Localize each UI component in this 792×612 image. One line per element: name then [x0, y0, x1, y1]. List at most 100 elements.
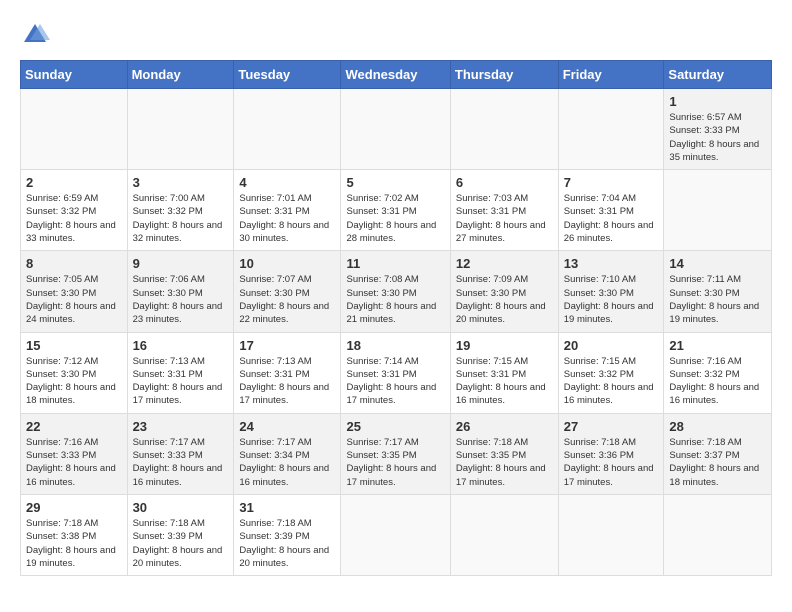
- day-info: Sunrise: 7:00 AMSunset: 3:32 PMDaylight:…: [133, 192, 229, 245]
- empty-cell: [341, 494, 450, 575]
- day-cell: 9 Sunrise: 7:06 AMSunset: 3:30 PMDaylight…: [127, 251, 234, 332]
- header-thursday: Thursday: [450, 61, 558, 89]
- empty-cell: [450, 89, 558, 170]
- calendar-week-4: 15 Sunrise: 7:12 AMSunset: 3:30 PMDayligh…: [21, 332, 772, 413]
- day-info: Sunrise: 7:14 AMSunset: 3:31 PMDaylight:…: [346, 355, 444, 408]
- day-cell: 25 Sunrise: 7:17 AMSunset: 3:35 PMDayligh…: [341, 413, 450, 494]
- day-number: 10: [239, 256, 335, 271]
- day-cell: 6Sunrise: 7:03 AMSunset: 3:31 PMDaylight…: [450, 170, 558, 251]
- header-sunday: Sunday: [21, 61, 128, 89]
- day-number: 17: [239, 338, 335, 353]
- empty-cell: [127, 89, 234, 170]
- day-info: Sunrise: 7:17 AMSunset: 3:34 PMDaylight:…: [239, 436, 335, 489]
- day-cell: 10 Sunrise: 7:07 AMSunset: 3:30 PMDayligh…: [234, 251, 341, 332]
- header-monday: Monday: [127, 61, 234, 89]
- empty-cell: [234, 89, 341, 170]
- day-info: Sunrise: 7:06 AMSunset: 3:30 PMDaylight:…: [133, 273, 229, 326]
- day-number: 24: [239, 419, 335, 434]
- day-cell: 28Sunrise: 7:18 AMSunset: 3:37 PMDayligh…: [664, 413, 772, 494]
- header-tuesday: Tuesday: [234, 61, 341, 89]
- day-number: 11: [346, 256, 444, 271]
- empty-cell: [341, 89, 450, 170]
- day-cell: 23 Sunrise: 7:17 AMSunset: 3:33 PMDayligh…: [127, 413, 234, 494]
- calendar-header-row: SundayMondayTuesdayWednesdayThursdayFrid…: [21, 61, 772, 89]
- day-cell: 24 Sunrise: 7:17 AMSunset: 3:34 PMDayligh…: [234, 413, 341, 494]
- day-info: Sunrise: 7:01 AMSunset: 3:31 PMDaylight:…: [239, 192, 335, 245]
- empty-cell: [664, 170, 772, 251]
- day-number: 26: [456, 419, 553, 434]
- day-info: Sunrise: 7:18 AMSunset: 3:39 PMDaylight:…: [133, 517, 229, 570]
- day-cell: 26 Sunrise: 7:18 AMSunset: 3:35 PMDayligh…: [450, 413, 558, 494]
- calendar-table: SundayMondayTuesdayWednesdayThursdayFrid…: [20, 60, 772, 576]
- day-number: 23: [133, 419, 229, 434]
- header-friday: Friday: [558, 61, 664, 89]
- page-header: [20, 20, 772, 50]
- day-number: 14: [669, 256, 766, 271]
- day-info: Sunrise: 7:09 AMSunset: 3:30 PMDaylight:…: [456, 273, 553, 326]
- day-info: Sunrise: 7:05 AMSunset: 3:30 PMDaylight:…: [26, 273, 122, 326]
- day-info: Sunrise: 7:11 AMSunset: 3:30 PMDaylight:…: [669, 273, 766, 326]
- day-cell: 4 Sunrise: 7:01 AMSunset: 3:31 PMDaylight…: [234, 170, 341, 251]
- day-number: 21: [669, 338, 766, 353]
- empty-cell: [450, 494, 558, 575]
- empty-cell: [664, 494, 772, 575]
- day-number: 25: [346, 419, 444, 434]
- calendar-week-1: 1Sunrise: 6:57 AMSunset: 3:33 PMDaylight…: [21, 89, 772, 170]
- header-saturday: Saturday: [664, 61, 772, 89]
- day-cell: 8 Sunrise: 7:05 AMSunset: 3:30 PMDaylight…: [21, 251, 128, 332]
- day-info: Sunrise: 7:18 AMSunset: 3:35 PMDaylight:…: [456, 436, 553, 489]
- day-number: 22: [26, 419, 122, 434]
- day-info: Sunrise: 7:17 AMSunset: 3:35 PMDaylight:…: [346, 436, 444, 489]
- day-cell: 22Sunrise: 7:16 AMSunset: 3:33 PMDayligh…: [21, 413, 128, 494]
- day-cell: 21 Sunrise: 7:16 AMSunset: 3:32 PMDayligh…: [664, 332, 772, 413]
- day-number: 15: [26, 338, 122, 353]
- calendar-week-3: 8 Sunrise: 7:05 AMSunset: 3:30 PMDaylight…: [21, 251, 772, 332]
- day-info: Sunrise: 7:10 AMSunset: 3:30 PMDaylight:…: [564, 273, 659, 326]
- day-info: Sunrise: 7:12 AMSunset: 3:30 PMDaylight:…: [26, 355, 122, 408]
- day-cell: 13 Sunrise: 7:10 AMSunset: 3:30 PMDayligh…: [558, 251, 664, 332]
- day-number: 13: [564, 256, 659, 271]
- calendar-week-5: 22Sunrise: 7:16 AMSunset: 3:33 PMDayligh…: [21, 413, 772, 494]
- day-number: 4: [239, 175, 335, 190]
- day-info: Sunrise: 7:17 AMSunset: 3:33 PMDaylight:…: [133, 436, 229, 489]
- calendar-week-6: 29Sunrise: 7:18 AMSunset: 3:38 PMDayligh…: [21, 494, 772, 575]
- day-number: 5: [346, 175, 444, 190]
- day-cell: 7Sunrise: 7:04 AMSunset: 3:31 PMDaylight…: [558, 170, 664, 251]
- day-cell: 16Sunrise: 7:13 AMSunset: 3:31 PMDayligh…: [127, 332, 234, 413]
- day-cell: 14 Sunrise: 7:11 AMSunset: 3:30 PMDayligh…: [664, 251, 772, 332]
- day-cell: 2Sunrise: 6:59 AMSunset: 3:32 PMDaylight…: [21, 170, 128, 251]
- day-info: Sunrise: 7:18 AMSunset: 3:38 PMDaylight:…: [26, 517, 122, 570]
- day-info: Sunrise: 7:18 AMSunset: 3:39 PMDaylight:…: [239, 517, 335, 570]
- logo-icon: [20, 20, 50, 50]
- day-number: 30: [133, 500, 229, 515]
- day-number: 8: [26, 256, 122, 271]
- day-info: Sunrise: 7:03 AMSunset: 3:31 PMDaylight:…: [456, 192, 553, 245]
- day-info: Sunrise: 6:59 AMSunset: 3:32 PMDaylight:…: [26, 192, 122, 245]
- logo: [20, 20, 54, 50]
- day-cell: 5Sunrise: 7:02 AMSunset: 3:31 PMDaylight…: [341, 170, 450, 251]
- day-cell: 11 Sunrise: 7:08 AMSunset: 3:30 PMDayligh…: [341, 251, 450, 332]
- day-number: 12: [456, 256, 553, 271]
- day-cell: 17Sunrise: 7:13 AMSunset: 3:31 PMDayligh…: [234, 332, 341, 413]
- day-number: 31: [239, 500, 335, 515]
- day-info: Sunrise: 7:07 AMSunset: 3:30 PMDaylight:…: [239, 273, 335, 326]
- day-cell: 29Sunrise: 7:18 AMSunset: 3:38 PMDayligh…: [21, 494, 128, 575]
- day-number: 27: [564, 419, 659, 434]
- day-number: 9: [133, 256, 229, 271]
- day-cell: 15 Sunrise: 7:12 AMSunset: 3:30 PMDayligh…: [21, 332, 128, 413]
- day-cell: 1Sunrise: 6:57 AMSunset: 3:33 PMDaylight…: [664, 89, 772, 170]
- day-info: Sunrise: 7:08 AMSunset: 3:30 PMDaylight:…: [346, 273, 444, 326]
- day-cell: 20Sunrise: 7:15 AMSunset: 3:32 PMDayligh…: [558, 332, 664, 413]
- day-cell: 30 Sunrise: 7:18 AMSunset: 3:39 PMDayligh…: [127, 494, 234, 575]
- calendar-week-2: 2Sunrise: 6:59 AMSunset: 3:32 PMDaylight…: [21, 170, 772, 251]
- empty-cell: [558, 494, 664, 575]
- empty-cell: [558, 89, 664, 170]
- day-info: Sunrise: 6:57 AMSunset: 3:33 PMDaylight:…: [669, 111, 766, 164]
- day-number: 28: [669, 419, 766, 434]
- empty-cell: [21, 89, 128, 170]
- day-info: Sunrise: 7:04 AMSunset: 3:31 PMDaylight:…: [564, 192, 659, 245]
- day-info: Sunrise: 7:16 AMSunset: 3:32 PMDaylight:…: [669, 355, 766, 408]
- day-number: 16: [133, 338, 229, 353]
- day-info: Sunrise: 7:18 AMSunset: 3:36 PMDaylight:…: [564, 436, 659, 489]
- day-number: 19: [456, 338, 553, 353]
